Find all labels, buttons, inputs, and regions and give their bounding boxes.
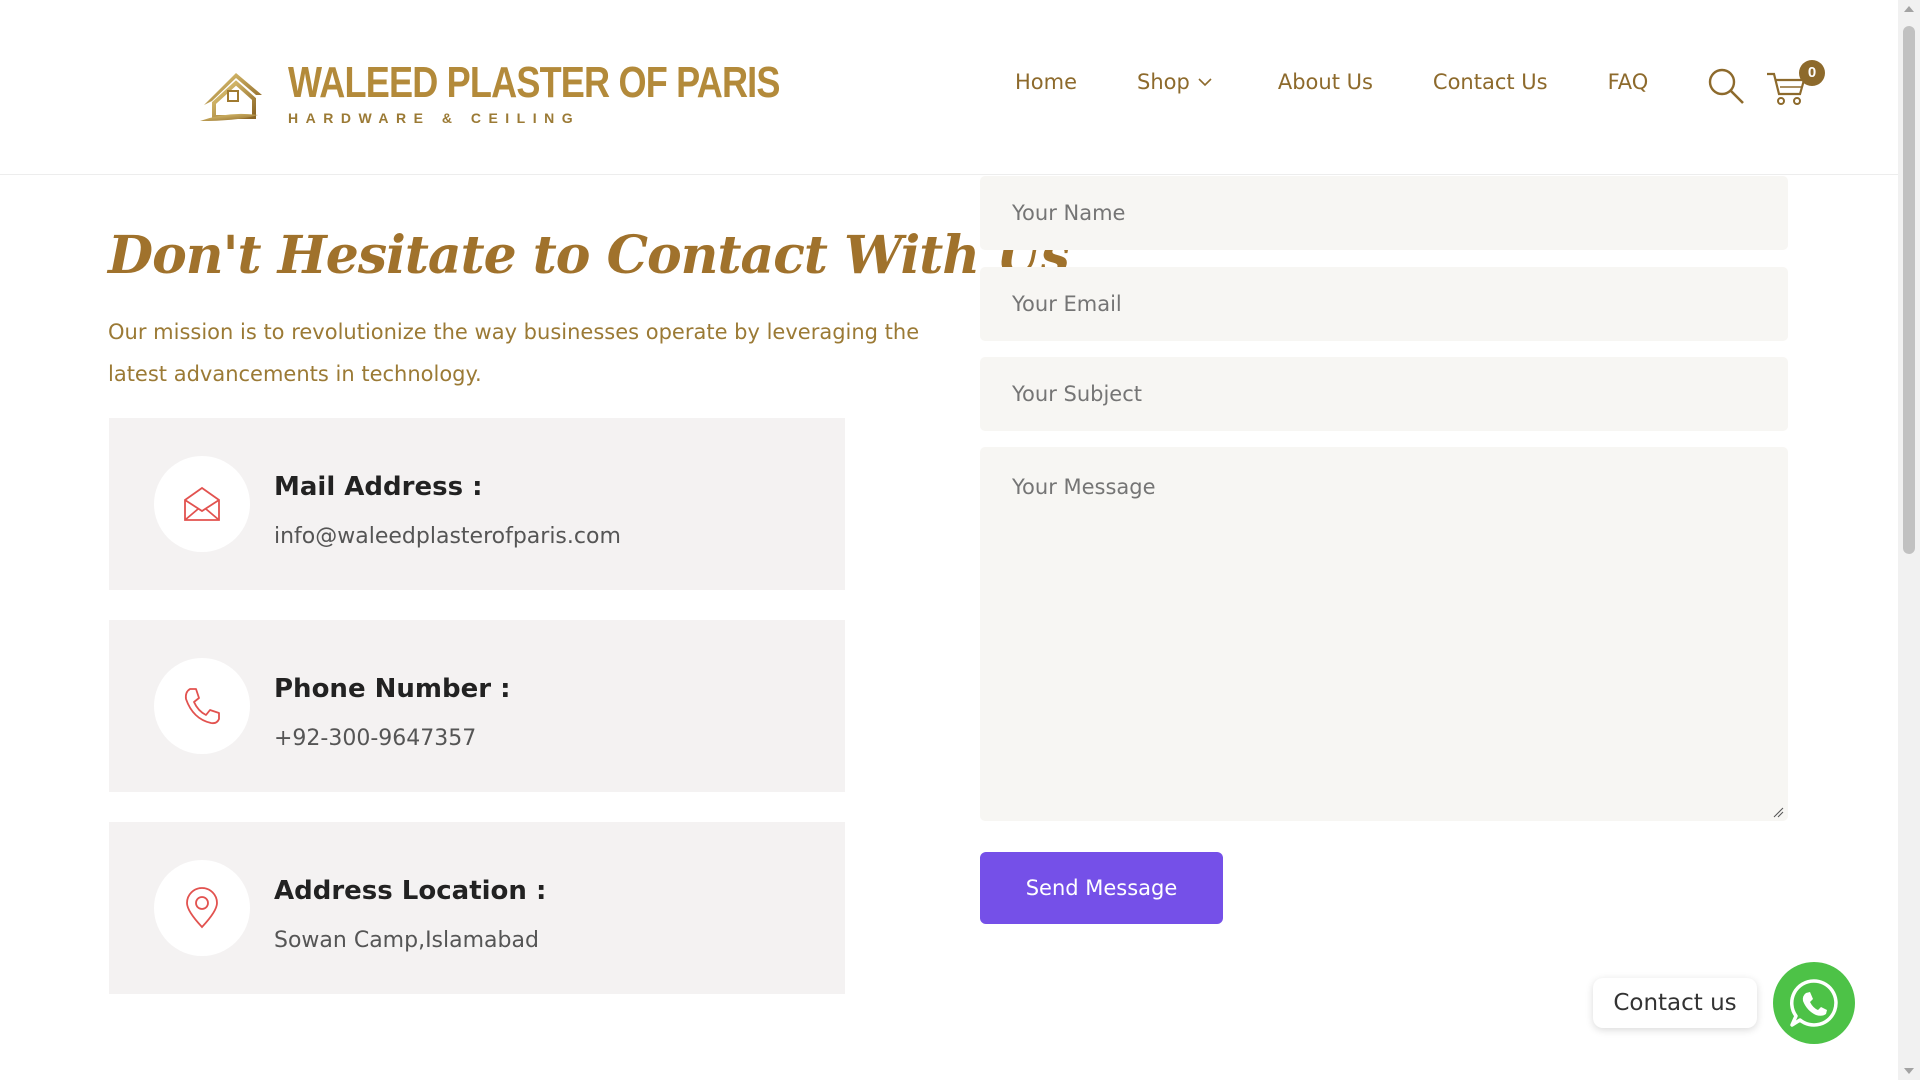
subject-input[interactable] xyxy=(980,357,1788,431)
nav-home[interactable]: Home xyxy=(1015,70,1077,94)
phone-icon xyxy=(184,688,220,725)
name-input[interactable] xyxy=(980,176,1788,250)
house-logo-icon xyxy=(200,73,262,121)
phone-number-value[interactable]: +92-300-9647357 xyxy=(274,726,476,751)
whatsapp-button[interactable] xyxy=(1773,962,1855,1044)
scroll-up-arrow-icon[interactable] xyxy=(1904,6,1914,12)
page-scrollbar[interactable] xyxy=(1898,0,1920,1080)
logo-tagline: HARDWARE & CEILING xyxy=(288,110,581,126)
mail-icon-circle xyxy=(154,456,250,552)
scrollbar-thumb[interactable] xyxy=(1903,26,1915,554)
envelope-icon xyxy=(184,486,220,521)
phone-number-title: Phone Number : xyxy=(274,674,511,704)
resize-grip-icon[interactable] xyxy=(1772,806,1784,818)
logo-name: WALEED PLASTER OF PARIS xyxy=(288,58,780,107)
phone-number-card: Phone Number : +92-300-9647357 xyxy=(109,620,845,792)
page-heading: Don't Hesitate to Contact With Us xyxy=(108,224,1070,286)
site-logo[interactable]: WALEED PLASTER OF PARIS HARDWARE & CEILI… xyxy=(198,58,888,126)
location-pin-icon xyxy=(186,887,218,929)
cart-count-badge: 0 xyxy=(1799,60,1825,86)
whatsapp-contact-label[interactable]: Contact us xyxy=(1593,978,1757,1028)
location-icon-circle xyxy=(154,860,250,956)
nav-faq[interactable]: FAQ xyxy=(1608,70,1649,94)
mail-address-title: Mail Address : xyxy=(274,472,483,502)
chevron-down-icon xyxy=(1198,78,1212,87)
email-input[interactable] xyxy=(980,267,1788,341)
nav-about-us[interactable]: About Us xyxy=(1278,70,1373,94)
address-location-title: Address Location : xyxy=(274,876,547,906)
nav-shop[interactable]: Shop xyxy=(1137,70,1212,94)
send-message-button[interactable]: Send Message xyxy=(980,852,1223,924)
nav-contact-us[interactable]: Contact Us xyxy=(1433,70,1548,94)
intro-text: Our mission is to revolutionize the way … xyxy=(108,320,920,386)
message-textarea[interactable] xyxy=(980,447,1788,821)
phone-icon-circle xyxy=(154,658,250,754)
site-header: WALEED PLASTER OF PARIS HARDWARE & CEILI… xyxy=(0,0,1898,175)
mail-address-value[interactable]: info@waleedplasterofparis.com xyxy=(274,524,621,549)
address-location-card: Address Location : Sowan Camp,Islamabad xyxy=(109,822,845,994)
nav-shop-label: Shop xyxy=(1137,70,1190,94)
search-icon[interactable] xyxy=(1707,67,1745,105)
address-location-value: Sowan Camp,Islamabad xyxy=(274,928,539,953)
whatsapp-icon xyxy=(1790,979,1838,1027)
mail-address-card: Mail Address : info@waleedplasterofparis… xyxy=(109,418,845,590)
scroll-down-arrow-icon[interactable] xyxy=(1904,1068,1914,1074)
main-nav: Home Shop About Us Contact Us FAQ xyxy=(1015,70,1648,94)
